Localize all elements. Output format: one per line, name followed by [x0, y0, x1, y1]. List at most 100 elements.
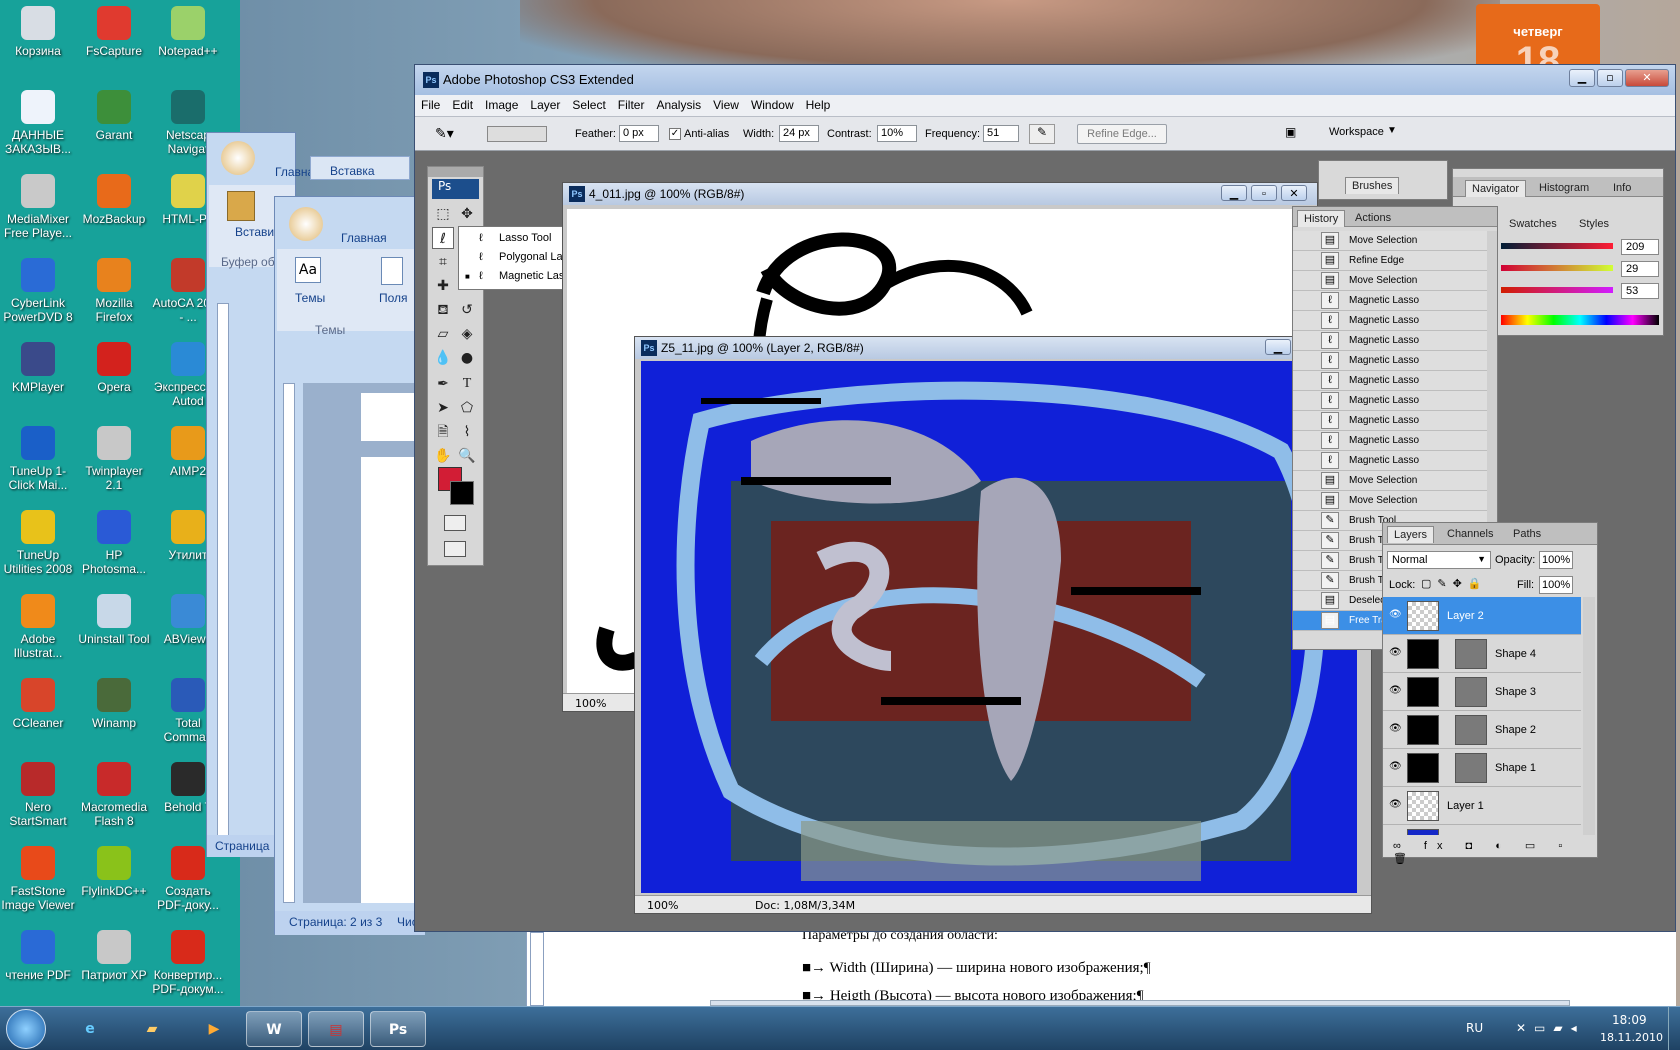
desktop-icon[interactable]: TuneUp 1-Click Mai...	[0, 426, 76, 492]
refine-edge-button[interactable]: Refine Edge...	[1077, 124, 1167, 144]
desktop-icon[interactable]: FastStone Image Viewer	[0, 846, 76, 912]
desktop-icon[interactable]: Uninstall Tool	[76, 594, 152, 646]
frequency-input[interactable]: 51	[983, 125, 1019, 142]
clock-date[interactable]: 18.11.2010	[1600, 1031, 1663, 1044]
close-button[interactable]: ✕	[1625, 69, 1669, 87]
doc1-close[interactable]: ✕	[1281, 185, 1307, 201]
paste-icon[interactable]	[227, 191, 255, 221]
eyedropper-tool-icon[interactable]: ⌇	[456, 421, 478, 443]
color-slider[interactable]	[1501, 265, 1613, 271]
layer-name[interactable]: Layer 2	[1447, 610, 1484, 622]
doc2-info[interactable]: Doc: 1,08M/3,34M	[755, 899, 855, 912]
brushes-tab[interactable]: Brushes	[1345, 177, 1400, 194]
desktop-icon[interactable]: Mozilla Firefox	[76, 258, 152, 324]
eye-icon[interactable]: 👁	[1389, 723, 1403, 734]
taskbar-save-icon[interactable]: ▤	[308, 1011, 364, 1047]
layer-row[interactable]: 👁 Shape 4	[1383, 635, 1581, 673]
tab-histogram[interactable]: Histogram	[1533, 180, 1595, 197]
contrast-input[interactable]: 10%	[877, 125, 917, 142]
desktop-icon[interactable]: FsCapture	[76, 6, 152, 58]
layer-row[interactable]: 👁 Layer 1	[1383, 787, 1581, 825]
doc2-minimize[interactable]: ▁	[1265, 339, 1291, 355]
color-ramp[interactable]	[1501, 315, 1659, 325]
menu-file[interactable]: File	[415, 95, 446, 112]
menu-analysis[interactable]: Analysis	[650, 95, 707, 112]
tab-channels[interactable]: Channels	[1441, 526, 1499, 543]
themes-button[interactable]: Темы	[295, 291, 325, 305]
clock-time[interactable]: 18:09	[1612, 1013, 1647, 1027]
color-value-input[interactable]: 29	[1621, 261, 1659, 277]
history-state[interactable]: ℓ Magnetic Lasso	[1293, 411, 1487, 431]
doc2-canvas[interactable]	[641, 361, 1357, 893]
start-button[interactable]	[6, 1009, 46, 1049]
tab-layers[interactable]: Layers	[1387, 526, 1435, 543]
eye-icon[interactable]: 👁	[1389, 647, 1403, 658]
quick-mask-icon[interactable]	[444, 515, 466, 531]
path-select-icon[interactable]: ➤	[432, 397, 454, 419]
word-window-front[interactable]: Главная Aa Темы Темы Поля Страница: 2 из…	[274, 196, 425, 935]
history-state[interactable]: ▤ Move Selection	[1293, 471, 1487, 491]
selection-mode-icons[interactable]	[487, 126, 547, 142]
paste-label[interactable]: Вставит	[235, 225, 280, 239]
minimize-button[interactable]: ▁	[1569, 69, 1595, 87]
layers-scrollbar[interactable]	[1583, 597, 1595, 835]
history-state[interactable]: ℓ Magnetic Lasso	[1293, 351, 1487, 371]
history-state[interactable]: ▤ Move Selection	[1293, 271, 1487, 291]
show-desktop-button[interactable]	[1668, 1007, 1680, 1050]
menu-edit[interactable]: Edit	[446, 95, 479, 112]
desktop-icon[interactable]: Конвертир... PDF-докум...	[150, 930, 226, 996]
history-state[interactable]: ▤ Refine Edge	[1293, 251, 1487, 271]
desktop-icon[interactable]: HP Photosma...	[76, 510, 152, 576]
desktop-icon[interactable]: TuneUp Utilities 2008	[0, 510, 76, 576]
color-slider[interactable]	[1501, 243, 1613, 249]
taskbar-photoshop-button[interactable]: Ps	[370, 1011, 426, 1047]
color-value-input[interactable]: 53	[1621, 283, 1659, 299]
opacity-input[interactable]: 100%	[1539, 551, 1573, 569]
layer-name[interactable]: Shape 3	[1495, 686, 1536, 698]
layer-row[interactable]: 👁Background🔒	[1383, 825, 1581, 835]
history-brush-icon[interactable]: ↺	[456, 299, 478, 321]
lock-icons[interactable]: ▢✎✥🔒	[1421, 577, 1488, 590]
menu-window[interactable]: Window	[745, 95, 800, 112]
blur-tool-icon[interactable]: 💧	[432, 347, 454, 369]
desktop-icon[interactable]: чтение PDF	[0, 930, 76, 982]
taskbar-word-icon[interactable]: W	[246, 1011, 302, 1047]
feather-input[interactable]: 0 px	[619, 125, 659, 142]
bucket-tool-icon[interactable]: ◈	[456, 323, 478, 345]
desktop-icon[interactable]: Notepad++	[150, 6, 226, 58]
office-button[interactable]	[221, 141, 255, 175]
doc1-zoom[interactable]: 100%	[575, 697, 606, 710]
taskbar-media-icon[interactable]: ▶	[186, 1011, 242, 1047]
layers-footer-icons[interactable]: ∞ fx ◘ ◐ ▭ ▫ 🗑	[1393, 839, 1589, 865]
tray-icons[interactable]: ✕▭▰◂	[1516, 1021, 1585, 1035]
healing-tool-icon[interactable]: ✚	[432, 275, 454, 297]
zoom-tool-icon[interactable]: 🔍	[456, 445, 478, 467]
office-button-front[interactable]	[289, 207, 323, 241]
menu-layer[interactable]: Layer	[524, 95, 566, 112]
language-indicator[interactable]: RU	[1466, 1021, 1483, 1035]
history-state[interactable]: ℓ Magnetic Lasso	[1293, 311, 1487, 331]
desktop-icon[interactable]: MediaMixer Free Playe...	[0, 174, 76, 240]
shape-tool-icon[interactable]: ⬠	[456, 397, 478, 419]
menu-view[interactable]: View	[707, 95, 745, 112]
doc1-minimize[interactable]: ▁	[1221, 185, 1247, 201]
tab-history[interactable]: History	[1297, 210, 1346, 227]
desktop-icon[interactable]: Macromedia Flash 8	[76, 762, 152, 828]
desktop-icon[interactable]: ДАННЫЕ ЗАКАЗЫВ...	[0, 90, 76, 156]
desktop-icon[interactable]: Патриот XP	[76, 930, 152, 982]
menu-select[interactable]: Select	[566, 95, 611, 112]
taskbar-ie-icon[interactable]: e	[62, 1011, 118, 1047]
history-state[interactable]: ℓ Magnetic Lasso	[1293, 391, 1487, 411]
desktop-icon[interactable]: KMPlayer	[0, 342, 76, 394]
eye-icon[interactable]: 👁	[1389, 609, 1403, 620]
desktop-icon[interactable]: Winamp	[76, 678, 152, 730]
dodge-tool-icon[interactable]: ●	[456, 347, 478, 369]
doc1-maximize[interactable]: ▫	[1251, 185, 1277, 201]
color-value-input[interactable]: 209	[1621, 239, 1659, 255]
eye-icon[interactable]: 👁	[1389, 799, 1403, 810]
layer-name[interactable]: Shape 2	[1495, 724, 1536, 736]
history-state[interactable]: ℓ Magnetic Lasso	[1293, 371, 1487, 391]
workspace-menu[interactable]: Workspace	[1329, 126, 1384, 138]
move-tool-icon[interactable]: ✥	[456, 203, 478, 225]
desktop-icon[interactable]: Nero StartSmart	[0, 762, 76, 828]
